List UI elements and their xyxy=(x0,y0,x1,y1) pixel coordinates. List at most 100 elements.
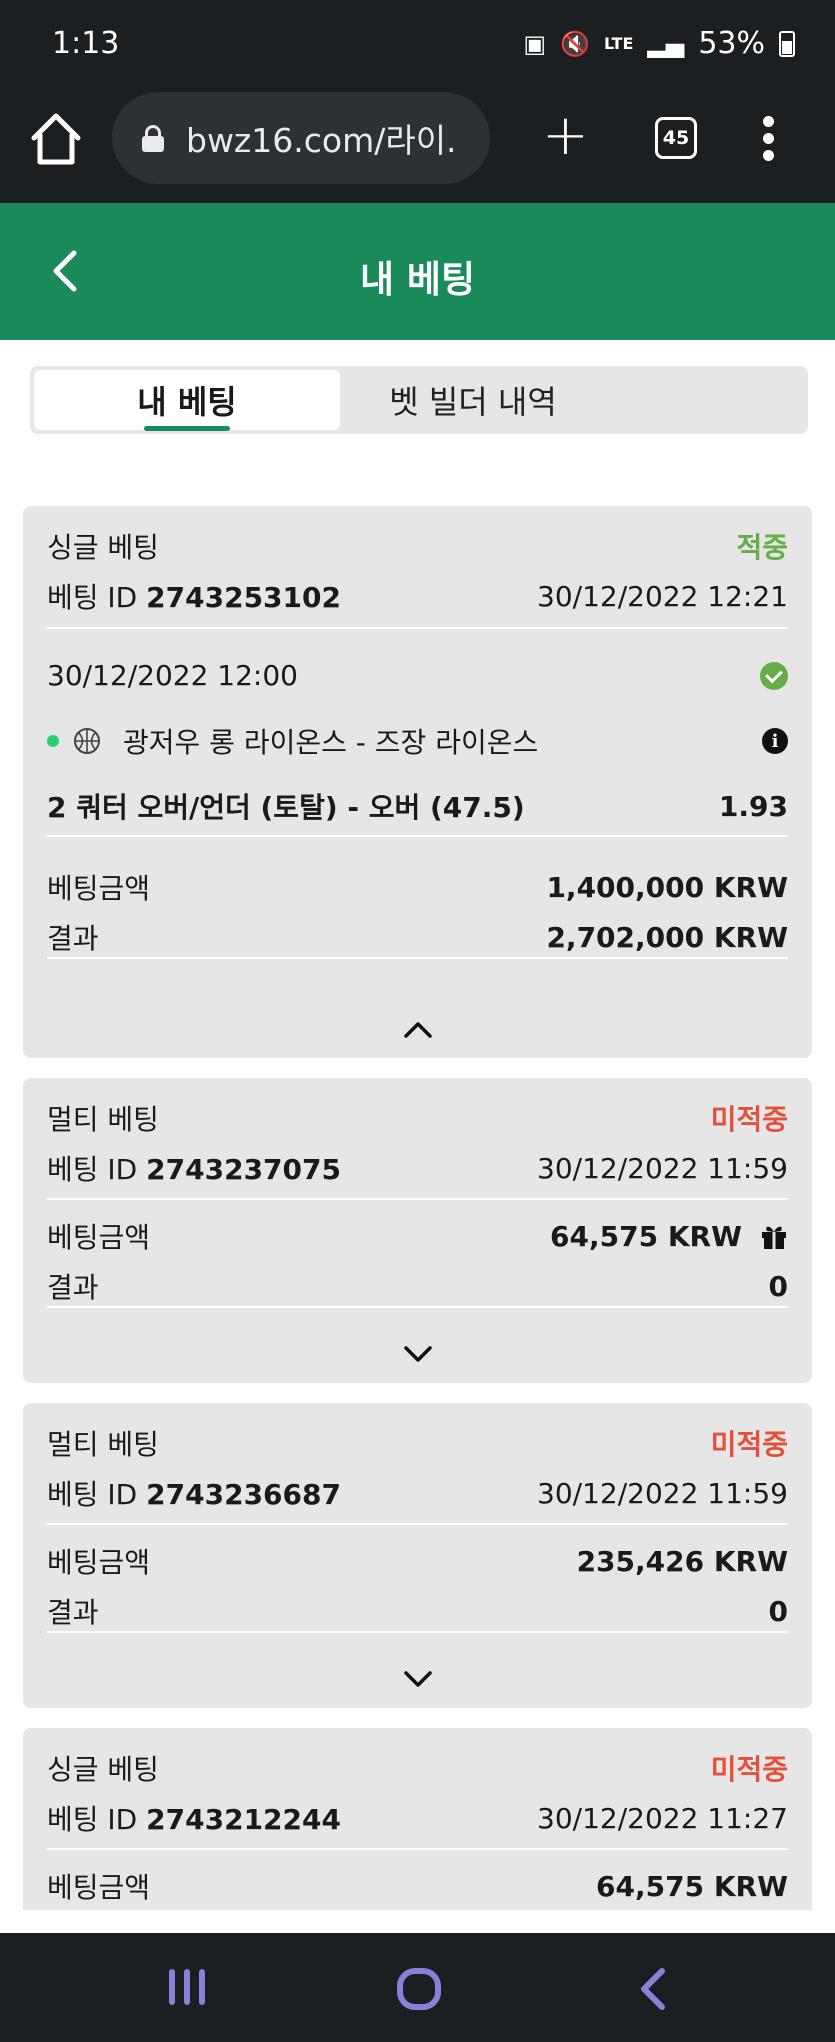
bet-placed-time: 30/12/2022 11:59 xyxy=(537,1476,788,1510)
bet-status: 미적중 xyxy=(710,1428,788,1461)
result-label: 결과 xyxy=(47,1596,99,1629)
bet-id: 2743212244 xyxy=(146,1803,341,1836)
bet-id: 2743237075 xyxy=(146,1153,341,1186)
stake-row: 베팅금액 64,575 KRW xyxy=(47,1866,788,1906)
divider xyxy=(47,1631,788,1633)
bet-tabs: 내 베팅 벳 빌더 내역 xyxy=(30,366,808,434)
bet-status: 적중 xyxy=(736,531,788,564)
app-header: 내 베팅 xyxy=(0,203,835,340)
bet-header-row: 멀티 베팅 미적중 xyxy=(47,1098,788,1138)
stake-label: 베팅금액 xyxy=(47,1546,151,1579)
new-tab-button[interactable]: + xyxy=(542,108,589,164)
stake-row: 베팅금액 64,575 KRW xyxy=(47,1216,788,1256)
event-time: 30/12/2022 12:00 xyxy=(47,659,298,692)
divider xyxy=(47,1523,788,1525)
result-label: 결과 xyxy=(47,922,99,955)
tab-switcher-button[interactable]: 45 xyxy=(655,117,697,159)
page-title: 내 베팅 xyxy=(359,258,475,301)
home-nav-icon[interactable] xyxy=(396,1967,442,2011)
active-tab-indicator xyxy=(144,426,230,431)
check-circle-icon xyxy=(760,661,788,690)
bet-placed-time: 30/12/2022 11:27 xyxy=(537,1801,788,1835)
chevron-down-icon[interactable] xyxy=(403,1669,433,1689)
stake-label: 베팅금액 xyxy=(47,872,151,905)
result-label: 결과 xyxy=(47,1271,99,1304)
battery-icon xyxy=(779,30,795,57)
result-amount: 2,702,000 KRW xyxy=(546,920,788,954)
stake-label: 베팅금액 xyxy=(47,1871,151,1904)
bet-id-row: 베팅 ID 2743253102 30/12/2022 12:21 xyxy=(47,576,788,616)
bet-type: 싱글 베팅 xyxy=(47,531,159,564)
bet-card: 싱글 베팅 미적중 베팅 ID 2743212244 30/12/2022 11… xyxy=(23,1728,812,1910)
bet-id: 2743253102 xyxy=(146,581,341,614)
home-icon[interactable] xyxy=(30,110,82,170)
address-bar[interactable]: bwz16.com/라이. xyxy=(112,92,490,184)
divider xyxy=(47,835,788,837)
gift-icon xyxy=(762,1226,786,1249)
lock-icon xyxy=(142,125,164,152)
bet-type: 멀티 베팅 xyxy=(47,1103,159,1136)
bet-placed-time: 30/12/2022 12:21 xyxy=(537,579,788,613)
result-row: 결과 2,702,000 KRW xyxy=(47,917,788,957)
bet-id-label: 베팅 ID xyxy=(47,1478,138,1511)
bet-header-row: 싱글 베팅 적중 xyxy=(47,526,788,566)
more-menu-icon[interactable] xyxy=(763,116,775,162)
divider xyxy=(47,1198,788,1200)
divider xyxy=(47,957,788,959)
lte-icon: LTE xyxy=(604,34,634,53)
market-selection: 2 쿼터 오버/언더 (토탈) - 오버 (47.5) xyxy=(47,791,525,824)
battery-percent: 53% xyxy=(698,26,765,61)
event-time-row: 30/12/2022 12:00 xyxy=(47,659,788,692)
stake-label: 베팅금액 xyxy=(47,1221,151,1254)
info-icon[interactable]: i xyxy=(762,728,788,754)
system-nav-bar xyxy=(0,1933,835,2042)
back-nav-icon[interactable] xyxy=(638,1967,670,2011)
bet-card: 멀티 베팅 미적중 베팅 ID 2743236687 30/12/2022 11… xyxy=(23,1403,812,1708)
tab-bet-builder-history[interactable]: 벳 빌더 내역 xyxy=(342,370,604,430)
bet-card: 멀티 베팅 미적중 베팅 ID 2743237075 30/12/2022 11… xyxy=(23,1078,812,1383)
market-row: 2 쿼터 오버/언더 (토탈) - 오버 (47.5) 1.93 xyxy=(47,786,788,826)
bet-id: 2743236687 xyxy=(146,1478,341,1511)
chevron-down-icon[interactable] xyxy=(403,1344,433,1364)
result-amount: 0 xyxy=(768,1269,788,1303)
bet-id-label: 베팅 ID xyxy=(47,1153,138,1186)
recent-apps-icon[interactable] xyxy=(165,1967,209,2007)
match-row: 광저우 롱 라이온스 - 즈장 라이온스 i xyxy=(47,721,788,761)
bet-id-label: 베팅 ID xyxy=(47,1803,138,1836)
stake-row: 베팅금액 235,426 KRW xyxy=(47,1541,788,1581)
bet-header-row: 싱글 베팅 미적중 xyxy=(47,1748,788,1788)
mute-icon: 🔇 xyxy=(560,29,590,58)
bet-placed-time: 30/12/2022 11:59 xyxy=(537,1151,788,1185)
stake-amount: 64,575 KRW xyxy=(550,1219,742,1253)
signal-icon: ▂▄ xyxy=(647,29,685,58)
bet-id-label: 베팅 ID xyxy=(47,581,138,614)
result-amount: 0 xyxy=(768,1594,788,1628)
tab-my-bets[interactable]: 내 베팅 xyxy=(34,370,340,431)
match-name: 광저우 롱 라이온스 - 즈장 라이온스 xyxy=(123,726,539,759)
divider xyxy=(47,1306,788,1308)
browser-toolbar: bwz16.com/라이. + 45 xyxy=(0,90,835,203)
result-row: 결과 0 xyxy=(47,1591,788,1631)
bet-id-row: 베팅 ID 2743236687 30/12/2022 11:59 xyxy=(47,1473,788,1513)
divider xyxy=(47,1848,788,1850)
basketball-icon xyxy=(74,728,100,754)
bet-status: 미적중 xyxy=(710,1753,788,1786)
bet-card: 싱글 베팅 적중 베팅 ID 2743253102 30/12/2022 12:… xyxy=(23,506,812,1058)
stake-amount: 64,575 KRW xyxy=(596,1869,788,1903)
tab-my-bets-label: 내 베팅 xyxy=(137,383,237,421)
bet-id-row: 베팅 ID 2743237075 30/12/2022 11:59 xyxy=(47,1148,788,1188)
stake-amount: 1,400,000 KRW xyxy=(546,870,788,904)
live-dot-icon xyxy=(47,735,59,747)
bet-header-row: 멀티 베팅 미적중 xyxy=(47,1423,788,1463)
bet-type: 멀티 베팅 xyxy=(47,1428,159,1461)
stake-row: 베팅금액 1,400,000 KRW xyxy=(47,867,788,907)
bet-type: 싱글 베팅 xyxy=(47,1753,159,1786)
url-text: bwz16.com/라이. xyxy=(186,121,457,160)
status-bar: 1:13 ▣ 🔇 LTE ▂▄ 53% xyxy=(0,0,835,90)
stake-amount: 235,426 KRW xyxy=(576,1544,788,1578)
odds: 1.93 xyxy=(718,789,788,823)
result-row: 결과 0 xyxy=(47,1266,788,1306)
bet-id-row: 베팅 ID 2743212244 30/12/2022 11:27 xyxy=(47,1798,788,1838)
divider xyxy=(47,627,788,629)
chevron-up-icon[interactable] xyxy=(403,1020,433,1040)
